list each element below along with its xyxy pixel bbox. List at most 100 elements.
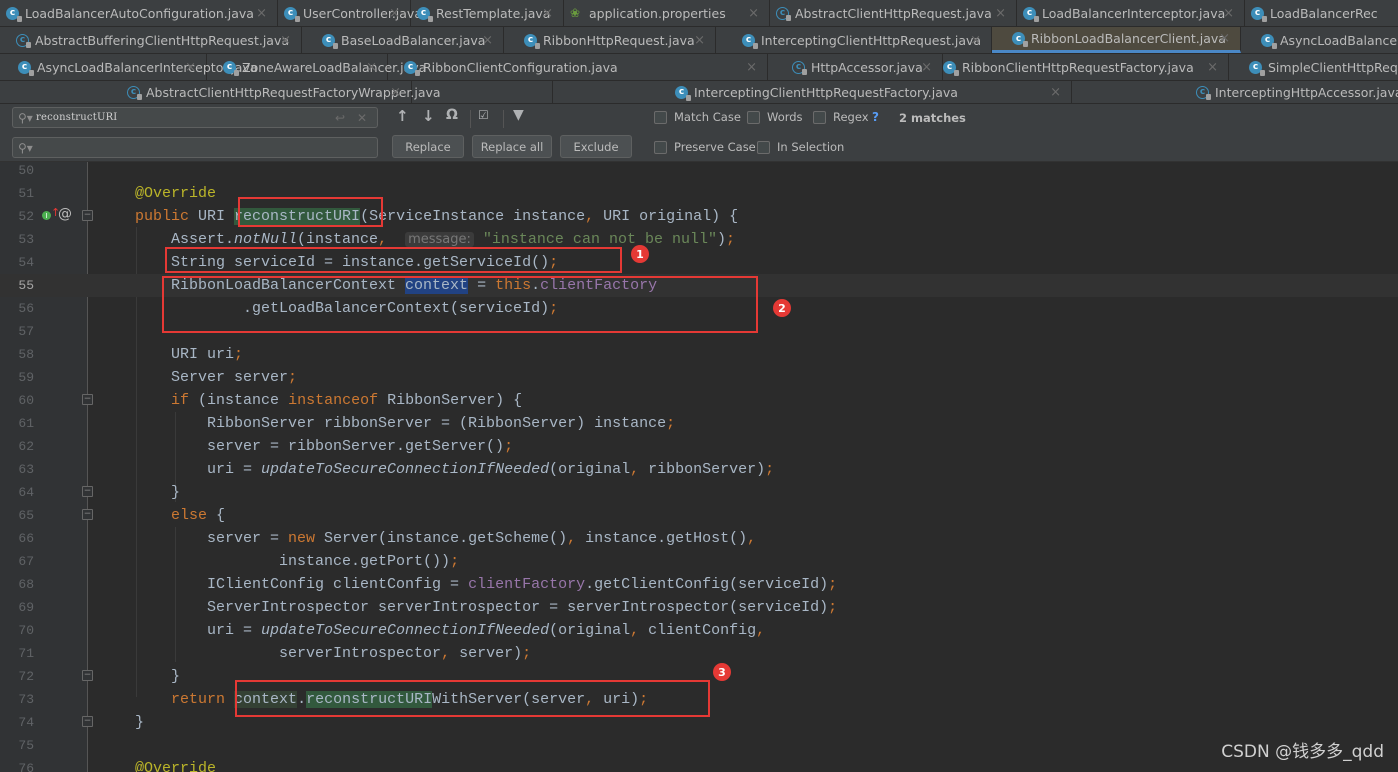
code-line[interactable]: 60 if (instance instanceof RibbonServer)… bbox=[0, 389, 1398, 412]
close-tab-icon[interactable]: × bbox=[1207, 60, 1218, 75]
line-number[interactable]: 72 bbox=[0, 665, 34, 688]
close-tab-icon[interactable]: × bbox=[389, 6, 400, 21]
close-tab-icon[interactable]: × bbox=[542, 6, 553, 21]
code-line[interactable]: 67 instance.getPort()); bbox=[0, 550, 1398, 573]
previous-occurrence-icon[interactable]: ↑ bbox=[396, 107, 409, 125]
code-line[interactable]: 76 @Override bbox=[0, 757, 1398, 772]
tab-abstract-client-http-request-factory-wrapper[interactable]: c AbstractClientHttpRequestFactoryWrapper… bbox=[0, 81, 441, 103]
code-text[interactable]: @Override bbox=[135, 757, 216, 772]
tab-zone-aware-load-balancer[interactable]: c ZoneAwareLoadBalancer.java × bbox=[207, 54, 426, 80]
find-input[interactable]: ⚲▾ reconstructURI ↩ ✕ bbox=[12, 107, 378, 128]
tab-abstract-buffering-client-http-request[interactable]: c AbstractBufferingClientHttpRequest.java… bbox=[0, 27, 302, 53]
close-tab-icon[interactable]: × bbox=[1050, 85, 1061, 100]
code-text[interactable]: ServerIntrospector serverIntrospector = … bbox=[135, 596, 837, 619]
code-text[interactable]: instance.getPort()); bbox=[135, 550, 459, 573]
exclude-button[interactable]: Exclude bbox=[560, 135, 632, 158]
code-text[interactable]: uri = updateToSecureConnectionIfNeeded(o… bbox=[135, 619, 765, 642]
close-tab-icon[interactable]: × bbox=[970, 33, 981, 48]
code-line[interactable]: 64 } bbox=[0, 481, 1398, 504]
close-tab-icon[interactable]: × bbox=[1219, 31, 1230, 46]
checkbox-box[interactable] bbox=[757, 140, 770, 154]
code-line[interactable]: 50 bbox=[0, 159, 1398, 182]
tab-async-load-balancer-interceptor[interactable]: c AsyncLoadBalancerInterceptor.java × bbox=[0, 54, 258, 80]
code-line[interactable]: 61 RibbonServer ribbonServer = (RibbonSe… bbox=[0, 412, 1398, 435]
code-text[interactable]: URI uri; bbox=[135, 343, 243, 366]
words-checkbox[interactable]: Words bbox=[747, 110, 803, 124]
close-tab-icon[interactable]: × bbox=[694, 33, 705, 48]
code-line[interactable]: 59 Server server; bbox=[0, 366, 1398, 389]
code-text[interactable]: } bbox=[135, 481, 180, 504]
close-tab-icon[interactable]: × bbox=[1223, 6, 1234, 21]
close-tab-icon[interactable]: × bbox=[366, 60, 377, 75]
match-case-checkbox[interactable]: Match Case bbox=[654, 110, 741, 124]
code-text[interactable]: server = new Server(instance.getScheme()… bbox=[135, 527, 756, 550]
code-line[interactable]: 51 @Override bbox=[0, 182, 1398, 205]
checkbox-box[interactable] bbox=[654, 110, 667, 124]
new-line-icon[interactable]: ↩ bbox=[335, 111, 345, 125]
replace-all-button[interactable]: Replace all bbox=[472, 135, 552, 158]
tab-intercepting-http-accessor[interactable]: c InterceptingHttpAccessor.java bbox=[1072, 81, 1398, 103]
tab-ribbon-http-request[interactable]: c RibbonHttpRequest.java × bbox=[504, 27, 716, 53]
close-tab-icon[interactable]: × bbox=[921, 60, 932, 75]
line-number[interactable]: 53 bbox=[0, 228, 34, 251]
code-text[interactable]: @Override bbox=[135, 182, 216, 205]
clear-icon[interactable]: ✕ bbox=[357, 111, 367, 125]
in-selection-checkbox[interactable]: In Selection bbox=[757, 140, 844, 154]
line-number[interactable]: 51 bbox=[0, 182, 34, 205]
line-number[interactable]: 62 bbox=[0, 435, 34, 458]
line-number[interactable]: 76 bbox=[0, 757, 34, 772]
code-line[interactable]: 66 server = new Server(instance.getSchem… bbox=[0, 527, 1398, 550]
code-line[interactable]: 69 ServerIntrospector serverIntrospector… bbox=[0, 596, 1398, 619]
fold-icon[interactable]: − bbox=[82, 509, 93, 520]
regex-help-icon[interactable]: ? bbox=[872, 110, 879, 124]
close-tab-icon[interactable]: × bbox=[482, 33, 493, 48]
code-text[interactable]: RibbonServer ribbonServer = (RibbonServe… bbox=[135, 412, 675, 435]
tab-intercepting-client-http-request-factory[interactable]: c InterceptingClientHttpRequestFactory.ja… bbox=[552, 81, 1072, 103]
code-text[interactable]: } bbox=[135, 665, 180, 688]
line-number[interactable]: 67 bbox=[0, 550, 34, 573]
code-text[interactable]: IClientConfig clientConfig = clientFacto… bbox=[135, 573, 837, 596]
line-number[interactable]: 56 bbox=[0, 297, 34, 320]
close-tab-icon[interactable]: × bbox=[748, 6, 759, 21]
overrides-icon[interactable]: I bbox=[42, 211, 51, 220]
code-line[interactable]: 62 server = ribbonServer.getServer(); bbox=[0, 435, 1398, 458]
code-line[interactable]: 68 IClientConfig clientConfig = clientFa… bbox=[0, 573, 1398, 596]
code-text[interactable]: if (instance instanceof RibbonServer) { bbox=[135, 389, 522, 412]
close-tab-icon[interactable]: × bbox=[256, 6, 267, 21]
code-line[interactable]: 65 else { bbox=[0, 504, 1398, 527]
replace-input[interactable]: ⚲▾ bbox=[12, 137, 378, 158]
checkbox-box[interactable] bbox=[747, 110, 760, 124]
close-tab-icon[interactable]: × bbox=[995, 6, 1006, 21]
replace-history-icon[interactable]: ⚲▾ bbox=[18, 141, 36, 155]
code-text[interactable]: else { bbox=[135, 504, 225, 527]
tab-load-balancer-request[interactable]: c LoadBalancerRec bbox=[1245, 0, 1398, 26]
replace-button[interactable]: Replace bbox=[392, 135, 464, 158]
fold-icon[interactable]: − bbox=[82, 716, 93, 727]
line-number[interactable]: 60 bbox=[0, 389, 34, 412]
close-tab-icon[interactable]: × bbox=[280, 33, 291, 48]
next-occurrence-icon[interactable]: ↓ bbox=[422, 107, 435, 125]
line-number[interactable]: 74 bbox=[0, 711, 34, 734]
line-number[interactable]: 55 bbox=[0, 274, 34, 297]
code-editor[interactable]: 50 51 @Override 52 public URI reconstructURI… bbox=[0, 162, 1398, 772]
fold-icon[interactable]: − bbox=[82, 486, 93, 497]
line-number[interactable]: 75 bbox=[0, 734, 34, 757]
checkbox-box[interactable] bbox=[813, 110, 826, 124]
tab-ribbon-client-configuration[interactable]: c RibbonClientConfiguration.java × bbox=[388, 54, 768, 80]
fold-icon[interactable]: − bbox=[82, 670, 93, 681]
code-text[interactable]: Server server; bbox=[135, 366, 297, 389]
code-text[interactable]: server = ribbonServer.getServer(); bbox=[135, 435, 513, 458]
tab-simple-client-http-request[interactable]: c SimpleClientHttpRequ bbox=[1229, 54, 1398, 80]
tab-ribbon-load-balancer-client[interactable]: c RibbonLoadBalancerClient.java × bbox=[992, 27, 1241, 53]
filter-icon[interactable]: ▼ bbox=[513, 107, 524, 123]
tab-ribbon-client-http-request-factory[interactable]: c RibbonClientHttpRequestFactory.java × bbox=[943, 54, 1229, 80]
line-number[interactable]: 71 bbox=[0, 642, 34, 665]
line-number[interactable]: 59 bbox=[0, 366, 34, 389]
line-number[interactable]: 50 bbox=[0, 159, 34, 182]
close-tab-icon[interactable]: × bbox=[185, 60, 196, 75]
tab-base-load-balancer[interactable]: c BaseLoadBalancer.java × bbox=[302, 27, 504, 53]
search-in-selection-icon[interactable]: ☑ bbox=[478, 108, 489, 122]
tab-user-controller[interactable]: c UserController.java × bbox=[278, 0, 422, 26]
tab-load-balancer-interceptor[interactable]: c LoadBalancerInterceptor.java × bbox=[1017, 0, 1245, 26]
tab-http-accessor[interactable]: c HttpAccessor.java × bbox=[768, 54, 943, 80]
